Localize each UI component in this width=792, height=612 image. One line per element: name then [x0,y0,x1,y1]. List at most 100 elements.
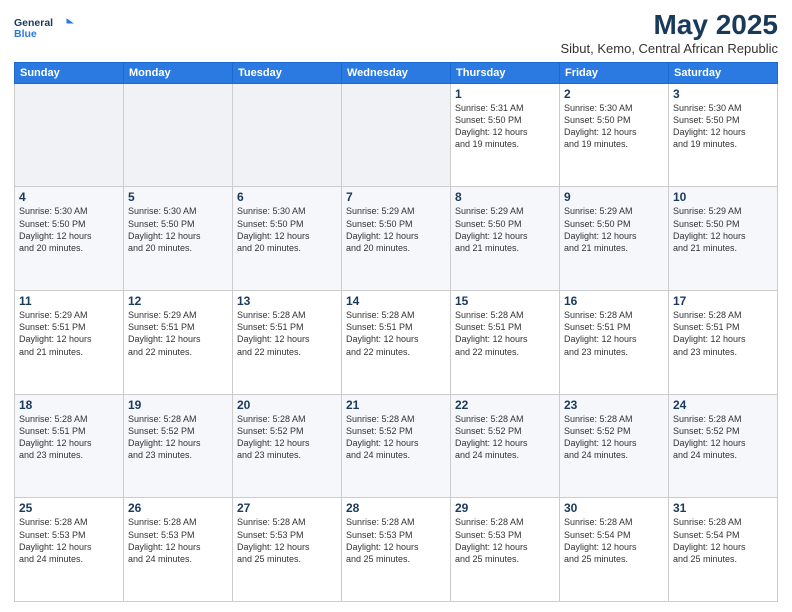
calendar-cell: 26Sunrise: 5:28 AM Sunset: 5:53 PM Dayli… [124,498,233,602]
calendar-cell: 20Sunrise: 5:28 AM Sunset: 5:52 PM Dayli… [233,394,342,498]
day-number: 5 [128,190,228,204]
calendar-cell: 19Sunrise: 5:28 AM Sunset: 5:52 PM Dayli… [124,394,233,498]
day-number: 3 [673,87,773,101]
day-info: Sunrise: 5:28 AM Sunset: 5:53 PM Dayligh… [346,516,446,565]
calendar-cell: 3Sunrise: 5:30 AM Sunset: 5:50 PM Daylig… [669,83,778,187]
day-info: Sunrise: 5:31 AM Sunset: 5:50 PM Dayligh… [455,102,555,151]
calendar-day-header: Wednesday [342,62,451,83]
day-number: 2 [564,87,664,101]
day-number: 27 [237,501,337,515]
calendar-cell: 27Sunrise: 5:28 AM Sunset: 5:53 PM Dayli… [233,498,342,602]
day-info: Sunrise: 5:28 AM Sunset: 5:54 PM Dayligh… [564,516,664,565]
calendar-week-row: 1Sunrise: 5:31 AM Sunset: 5:50 PM Daylig… [15,83,778,187]
day-info: Sunrise: 5:28 AM Sunset: 5:51 PM Dayligh… [455,309,555,358]
calendar-week-row: 11 Sunrise: 5:29 AM Sunset: 5:51 PM Dayli… [15,291,778,395]
day-info: Sunrise: 5:28 AM Sunset: 5:52 PM Dayligh… [128,413,228,462]
day-info: Sunrise: 5:28 AM Sunset: 5:53 PM Dayligh… [455,516,555,565]
day-number: 20 [237,398,337,412]
calendar-day-header: Saturday [669,62,778,83]
day-number: 10 [673,190,773,204]
day-number: 28 [346,501,446,515]
calendar-day-header: Tuesday [233,62,342,83]
svg-text:General: General [14,17,53,29]
day-number: 22 [455,398,555,412]
calendar-cell: 8Sunrise: 5:29 AM Sunset: 5:50 PM Daylig… [451,187,560,291]
calendar-cell: 17Sunrise: 5:28 AM Sunset: 5:51 PM Dayli… [669,291,778,395]
subtitle: Sibut, Kemo, Central African Republic [561,41,779,56]
calendar-week-row: 4Sunrise: 5:30 AM Sunset: 5:50 PM Daylig… [15,187,778,291]
calendar-cell: 10Sunrise: 5:29 AM Sunset: 5:50 PM Dayli… [669,187,778,291]
calendar-cell: 15Sunrise: 5:28 AM Sunset: 5:51 PM Dayli… [451,291,560,395]
day-number: 7 [346,190,446,204]
calendar-week-row: 25Sunrise: 5:28 AM Sunset: 5:53 PM Dayli… [15,498,778,602]
day-number: 25 [19,501,119,515]
header: General Blue May 2025 Sibut, Kemo, Centr… [14,10,778,56]
day-number: 12 [128,294,228,308]
day-number: 16 [564,294,664,308]
calendar-cell: 24Sunrise: 5:28 AM Sunset: 5:52 PM Dayli… [669,394,778,498]
day-info: Sunrise: 5:28 AM Sunset: 5:51 PM Dayligh… [346,309,446,358]
calendar-day-header: Friday [560,62,669,83]
calendar-cell: 31Sunrise: 5:28 AM Sunset: 5:54 PM Dayli… [669,498,778,602]
day-number: 11 [19,294,119,308]
calendar-cell: 13Sunrise: 5:28 AM Sunset: 5:51 PM Dayli… [233,291,342,395]
calendar-cell: 22Sunrise: 5:28 AM Sunset: 5:52 PM Dayli… [451,394,560,498]
day-number: 29 [455,501,555,515]
month-title: May 2025 [561,10,779,41]
day-info: Sunrise: 5:28 AM Sunset: 5:52 PM Dayligh… [455,413,555,462]
day-info: Sunrise: 5:28 AM Sunset: 5:54 PM Dayligh… [673,516,773,565]
day-info: Sunrise: 5:30 AM Sunset: 5:50 PM Dayligh… [564,102,664,151]
day-number: 19 [128,398,228,412]
day-number: 26 [128,501,228,515]
calendar-cell [342,83,451,187]
calendar-cell: 5Sunrise: 5:30 AM Sunset: 5:50 PM Daylig… [124,187,233,291]
calendar-cell: 18Sunrise: 5:28 AM Sunset: 5:51 PM Dayli… [15,394,124,498]
calendar-cell [15,83,124,187]
day-number: 17 [673,294,773,308]
calendar-cell [233,83,342,187]
day-info: Sunrise: 5:28 AM Sunset: 5:52 PM Dayligh… [237,413,337,462]
calendar-cell: 16Sunrise: 5:28 AM Sunset: 5:51 PM Dayli… [560,291,669,395]
calendar-header-row: SundayMondayTuesdayWednesdayThursdayFrid… [15,62,778,83]
day-info: Sunrise: 5:29 AM Sunset: 5:50 PM Dayligh… [346,205,446,254]
day-info: Sunrise: 5:28 AM Sunset: 5:53 PM Dayligh… [237,516,337,565]
day-info: Sunrise: 5:29 AM Sunset: 5:50 PM Dayligh… [673,205,773,254]
calendar-cell: 9Sunrise: 5:29 AM Sunset: 5:50 PM Daylig… [560,187,669,291]
day-number: 30 [564,501,664,515]
day-info: Sunrise: 5:30 AM Sunset: 5:50 PM Dayligh… [237,205,337,254]
calendar-body: 1Sunrise: 5:31 AM Sunset: 5:50 PM Daylig… [15,83,778,601]
day-number: 4 [19,190,119,204]
calendar-day-header: Thursday [451,62,560,83]
day-number: 31 [673,501,773,515]
day-info: Sunrise: 5:28 AM Sunset: 5:52 PM Dayligh… [564,413,664,462]
day-info: Sunrise: 5:29 AM Sunset: 5:50 PM Dayligh… [564,205,664,254]
day-number: 1 [455,87,555,101]
calendar-cell: 30Sunrise: 5:28 AM Sunset: 5:54 PM Dayli… [560,498,669,602]
calendar-cell: 21Sunrise: 5:28 AM Sunset: 5:52 PM Dayli… [342,394,451,498]
calendar-cell [124,83,233,187]
day-number: 8 [455,190,555,204]
day-number: 9 [564,190,664,204]
day-info: Sunrise: 5:28 AM Sunset: 5:51 PM Dayligh… [237,309,337,358]
calendar-cell: 14Sunrise: 5:28 AM Sunset: 5:51 PM Dayli… [342,291,451,395]
day-number: 6 [237,190,337,204]
day-info: Sunrise: 5:28 AM Sunset: 5:52 PM Dayligh… [346,413,446,462]
calendar-cell: 1Sunrise: 5:31 AM Sunset: 5:50 PM Daylig… [451,83,560,187]
day-info: Sunrise: 5:28 AM Sunset: 5:51 PM Dayligh… [564,309,664,358]
day-info: Sunrise: 5:28 AM Sunset: 5:51 PM Dayligh… [673,309,773,358]
calendar-cell: 7Sunrise: 5:29 AM Sunset: 5:50 PM Daylig… [342,187,451,291]
day-info: Sunrise: 5:30 AM Sunset: 5:50 PM Dayligh… [673,102,773,151]
calendar-cell: 11Sunrise: 5:29 AM Sunset: 5:51 PM Dayli… [15,291,124,395]
day-info: Sunrise: 5:28 AM Sunset: 5:51 PM Dayligh… [19,413,119,462]
day-number: 14 [346,294,446,308]
svg-text:Blue: Blue [14,28,37,40]
day-number: 15 [455,294,555,308]
day-info: Sunrise: 5:29 AM Sunset: 5:51 PM Dayligh… [128,309,228,358]
calendar-cell: 2Sunrise: 5:30 AM Sunset: 5:50 PM Daylig… [560,83,669,187]
calendar-week-row: 18Sunrise: 5:28 AM Sunset: 5:51 PM Dayli… [15,394,778,498]
day-info: Sunrise: 5:30 AM Sunset: 5:50 PM Dayligh… [19,205,119,254]
calendar: SundayMondayTuesdayWednesdayThursdayFrid… [14,62,778,602]
calendar-cell: 28Sunrise: 5:28 AM Sunset: 5:53 PM Dayli… [342,498,451,602]
day-info: Sunrise: 5:30 AM Sunset: 5:50 PM Dayligh… [128,205,228,254]
day-info: Sunrise: 5:28 AM Sunset: 5:53 PM Dayligh… [19,516,119,565]
